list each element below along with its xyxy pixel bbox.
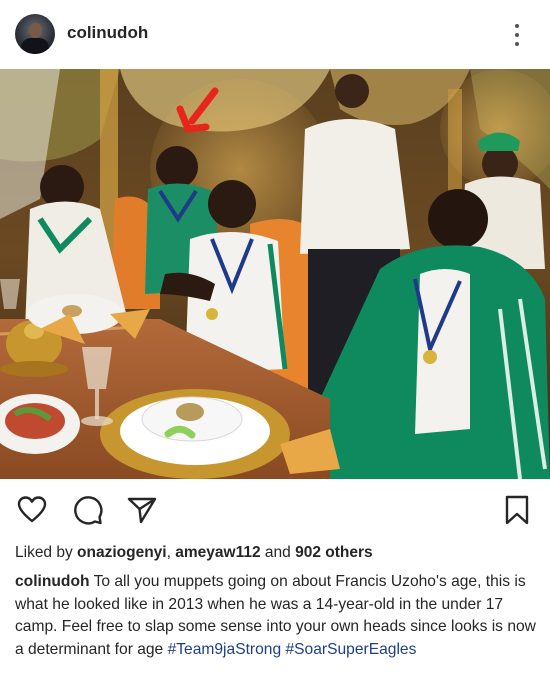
likes-prefix: Liked by <box>15 544 73 561</box>
caption-username[interactable]: colinudoh <box>15 573 90 590</box>
avatar-face <box>29 23 42 38</box>
hashtag-link[interactable]: #Team9jaStrong <box>168 641 282 658</box>
liker-link-1[interactable]: onaziogenyi <box>77 544 167 561</box>
likes-and: and <box>264 544 291 561</box>
post-username[interactable]: colinudoh <box>67 23 148 43</box>
avatar-suit <box>21 38 49 54</box>
bookmark-icon[interactable] <box>503 494 531 526</box>
hashtag-link[interactable]: #SoarSuperEagles <box>285 641 416 658</box>
photo-scene <box>0 69 550 479</box>
post-caption: colinudoh To all you muppets going on ab… <box>15 571 537 661</box>
send-icon[interactable] <box>126 494 158 526</box>
action-bar <box>0 488 550 536</box>
more-options-icon[interactable] <box>512 22 522 48</box>
post-photo[interactable] <box>0 69 550 479</box>
heart-icon[interactable] <box>16 494 48 526</box>
likes-separator: , <box>166 544 171 561</box>
comment-icon[interactable] <box>72 494 104 526</box>
liker-link-2[interactable]: ameyaw112 <box>175 544 260 561</box>
likes-line: Liked by onaziogenyi, ameyaw112 and 902 … <box>15 542 540 564</box>
avatar[interactable] <box>15 14 55 54</box>
post-header: colinudoh <box>0 0 550 68</box>
likes-others-link[interactable]: 902 others <box>295 544 373 561</box>
